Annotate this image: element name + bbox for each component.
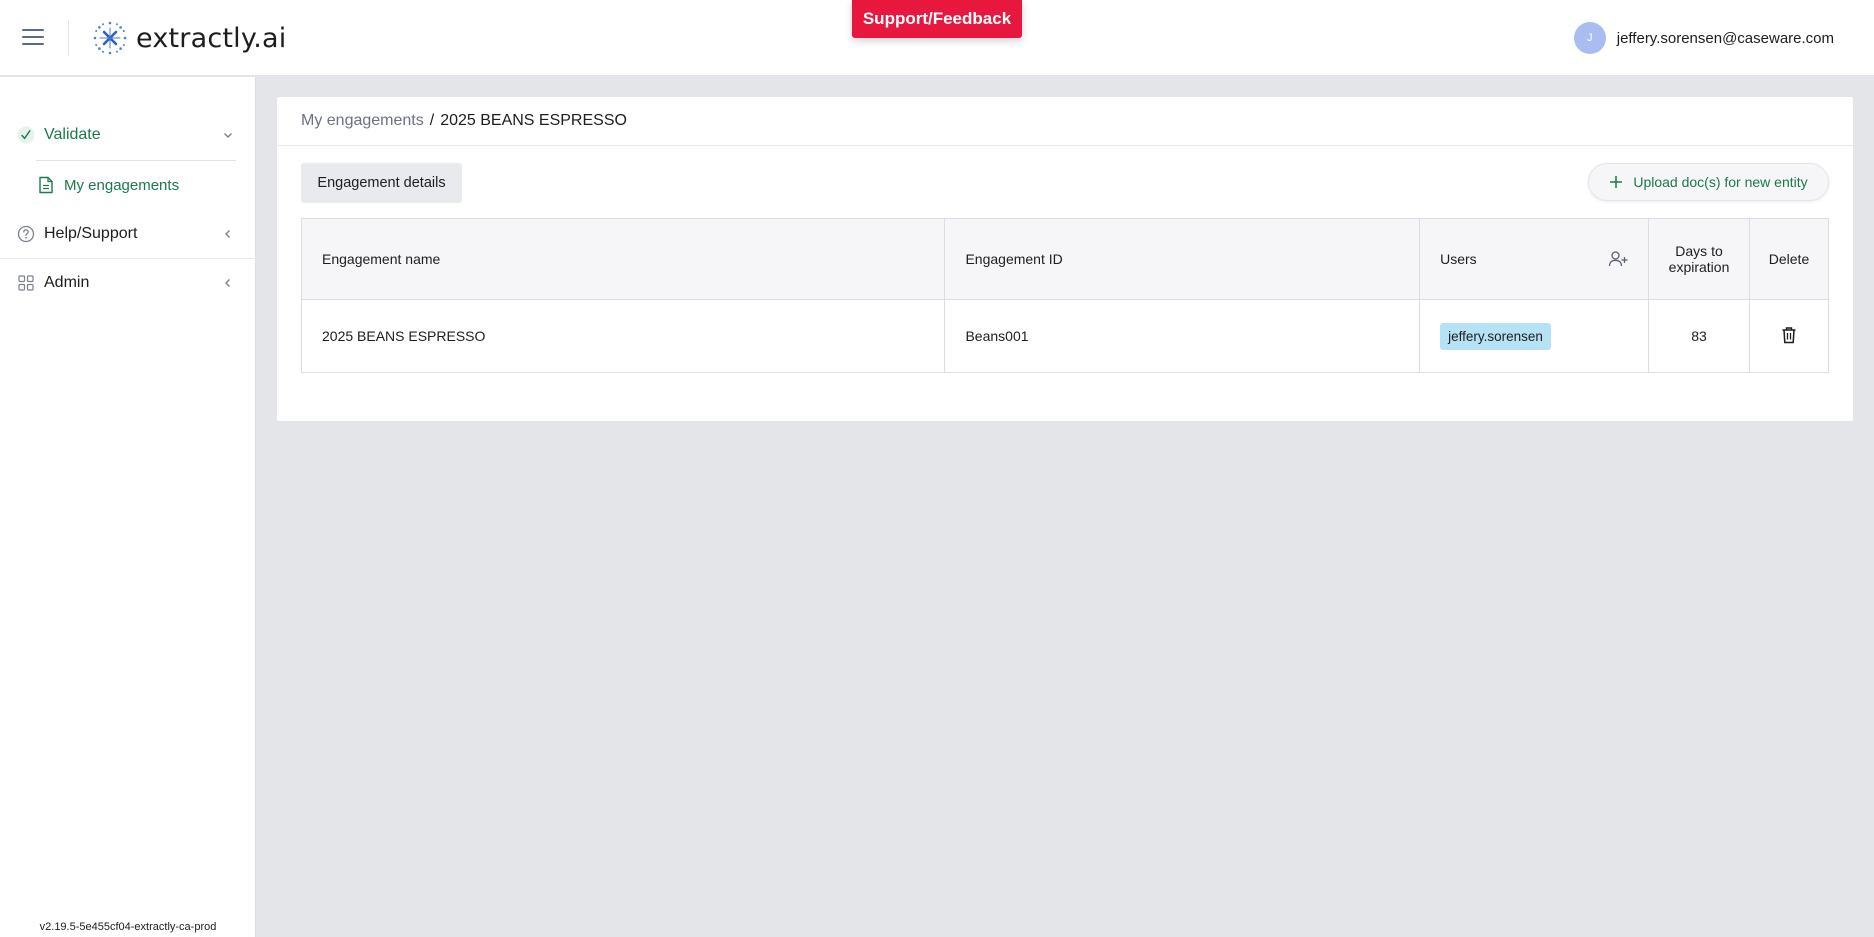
sidebar-item-label: Admin [44,274,90,291]
upload-docs-label: Upload doc(s) for new entity [1633,174,1808,190]
sidebar-item-label: My engagements [64,176,180,194]
cell-delete [1749,299,1829,373]
cell-users: jeffery.sorensen [1419,299,1650,373]
plus-icon [1610,176,1623,188]
sidebar-item-help-support[interactable]: Help/Support [0,210,256,258]
sidebar: Validate My engagements Help/Support Adm… [0,77,256,937]
breadcrumb-current: 2025 BEANS ESPRESSO [440,112,627,129]
menu-icon[interactable] [22,29,46,47]
top-header: extractly.ai Support/Feedback J jeffery.… [0,0,1874,76]
avatar[interactable]: J [1573,22,1606,54]
header-users-label: Users [1440,251,1477,267]
chevron-left-icon [222,228,234,240]
chevron-down-icon [222,129,234,141]
header-engagement-name: Engagement name [300,218,946,300]
breadcrumb-separator: / [429,112,435,129]
app-logo[interactable]: extractly.ai [92,18,286,58]
app-version: v2.19.5-5e455cf04-extractly-ca-prod [39,921,217,933]
grid-icon [17,274,35,292]
header-engagement-id: Engagement ID [944,218,1421,300]
engagement-card: My engagements / 2025 BEANS ESPRESSO Eng… [277,97,1853,421]
question-circle-icon [17,225,35,243]
sidebar-item-validate[interactable]: Validate [0,111,256,159]
user-chip[interactable]: jeffery.sorensen [1440,322,1551,350]
header-days-line2: expiration [1668,259,1730,275]
table-header-row: Engagement name Engagement ID Users Days… [300,218,1829,300]
sidebar-item-label: Help/Support [44,225,138,242]
engagements-table: Engagement name Engagement ID Users Days… [300,218,1829,373]
header-divider [68,20,69,56]
user-menu[interactable]: J jeffery.sorensen@caseware.com [1573,22,1834,54]
header-days-line1: Days to [1675,243,1723,259]
header-days-to-expiration: Days to expiration [1648,218,1750,300]
table-row[interactable]: 2025 BEANS ESPRESSO Beans001 jeffery.sor… [300,299,1829,373]
add-user-icon[interactable] [1608,250,1628,268]
tab-engagement-details[interactable]: Engagement details [301,163,462,203]
sidebar-item-admin[interactable]: Admin [0,259,256,307]
check-icon [17,126,35,144]
logo-text: extractly.ai [136,22,287,54]
header-users: Users [1419,218,1650,300]
upload-docs-button[interactable]: Upload doc(s) for new entity [1588,163,1829,201]
sidebar-item-my-engagements[interactable]: My engagements [0,161,256,209]
sidebar-item-label: Validate [44,126,101,143]
cell-engagement-id: Beans001 [944,299,1421,373]
header-delete: Delete [1749,218,1829,300]
trash-icon[interactable] [1781,326,1797,344]
cell-days-to-expiration: 83 [1648,299,1750,373]
chevron-left-icon [222,277,234,289]
support-feedback-button[interactable]: Support/Feedback [852,0,1022,38]
breadcrumb-my-engagements[interactable]: My engagements [301,112,424,130]
document-icon [37,176,55,194]
user-email[interactable]: jeffery.sorensen@caseware.com [1617,30,1834,47]
logo-icon [93,21,127,55]
cell-engagement-name[interactable]: 2025 BEANS ESPRESSO [300,299,946,373]
breadcrumb: My engagements / 2025 BEANS ESPRESSO [277,97,1853,146]
